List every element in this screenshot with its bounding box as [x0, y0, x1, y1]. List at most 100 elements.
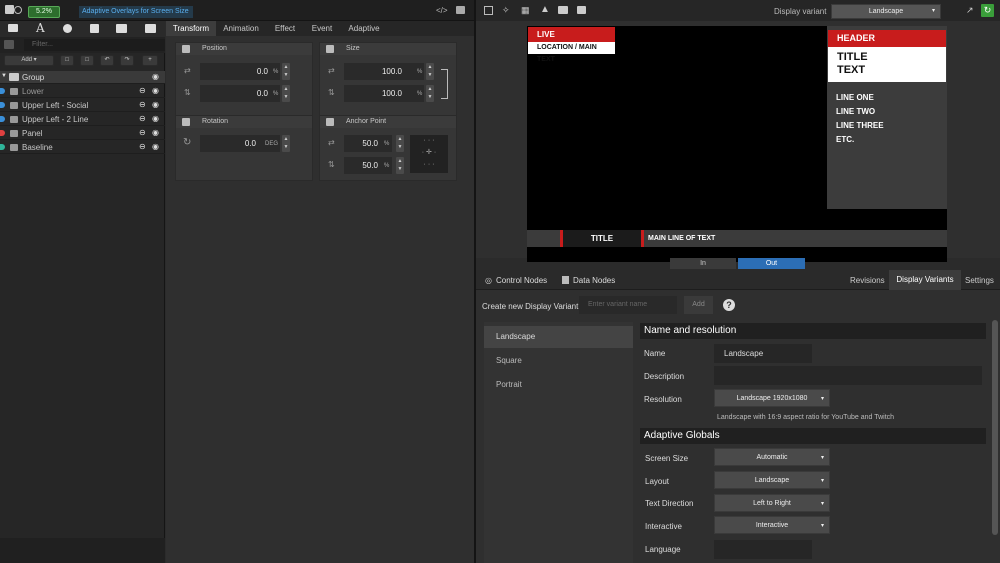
- frame-icon[interactable]: [484, 6, 493, 15]
- name-input[interactable]: Landscape: [714, 344, 812, 363]
- layer-row[interactable]: Upper Left - Social ⊖ ◉: [0, 99, 165, 112]
- ruler-icon[interactable]: ▲: [540, 4, 550, 15]
- variant-item-square[interactable]: Square: [484, 350, 633, 372]
- display-variant-select[interactable]: Landscape: [831, 4, 941, 19]
- layer-row[interactable]: Baseline ⊖ ◉: [0, 141, 165, 154]
- in-button[interactable]: In: [670, 258, 736, 269]
- tab-animation[interactable]: Animation: [218, 21, 264, 36]
- preview-stage: LIVE LOCATION / MAIN TEXT HEADER TITLE T…: [527, 26, 947, 262]
- properties-panel: Transform Animation Effect Event Adaptiv…: [166, 21, 474, 563]
- redo-icon[interactable]: ↷: [120, 55, 134, 66]
- out-button[interactable]: Out: [738, 258, 805, 269]
- interactive-select[interactable]: Interactive: [714, 516, 830, 535]
- variant-item-portrait[interactable]: Portrait: [484, 374, 633, 396]
- language-input[interactable]: [714, 540, 812, 559]
- variant-name-input[interactable]: Enter variant name: [579, 296, 677, 314]
- language-label: Language: [645, 545, 681, 554]
- add-icon[interactable]: +: [142, 55, 158, 66]
- tab-revisions[interactable]: Revisions: [850, 276, 885, 285]
- tab-data-nodes[interactable]: Data Nodes: [573, 276, 615, 285]
- lock-icon[interactable]: ⊖: [139, 142, 148, 151]
- resolution-select[interactable]: Landscape 1920x1080: [714, 389, 830, 408]
- folder-icon[interactable]: [8, 24, 18, 32]
- tab-event[interactable]: Event: [306, 21, 338, 36]
- code-icon[interactable]: </>: [436, 6, 448, 15]
- text-direction-select[interactable]: Left to Right: [714, 494, 830, 513]
- layer-row-group[interactable]: ▼ Group ◉: [0, 71, 165, 84]
- scrollbar[interactable]: [992, 320, 998, 535]
- stepper[interactable]: ▲ ▼: [396, 135, 404, 152]
- ellipse-icon[interactable]: [63, 24, 72, 33]
- layer-row[interactable]: Panel ⊖ ◉: [0, 127, 165, 140]
- layout-select[interactable]: Landscape: [714, 471, 830, 490]
- circle-icon[interactable]: [14, 6, 22, 14]
- filter-input[interactable]: Filter...: [24, 39, 165, 51]
- aspect-lock-icon[interactable]: [441, 69, 448, 99]
- eye-icon[interactable]: ◉: [152, 86, 161, 95]
- variant-item-landscape[interactable]: Landscape: [484, 326, 633, 348]
- unit: %: [384, 163, 390, 169]
- tab-display-variants[interactable]: Display Variants: [889, 270, 961, 290]
- grid-icon[interactable]: ▦: [521, 5, 530, 16]
- target-icon[interactable]: ✧: [502, 5, 510, 16]
- control-nodes-icon: ◎: [485, 276, 492, 285]
- panel-header: HEADER: [828, 30, 946, 47]
- tab-effect[interactable]: Effect: [268, 21, 302, 36]
- line-one: LINE ONE: [836, 93, 874, 102]
- lock-icon[interactable]: ⊖: [139, 128, 148, 137]
- tab-control-nodes[interactable]: Control Nodes: [496, 276, 547, 285]
- tab-transform[interactable]: Transform: [166, 21, 216, 36]
- eye-icon[interactable]: ◉: [152, 100, 161, 109]
- stepper[interactable]: ▲ ▼: [282, 85, 290, 102]
- text-icon[interactable]: A: [36, 21, 45, 35]
- position-x-input[interactable]: 0.0: [200, 63, 280, 80]
- stepper[interactable]: ▲ ▼: [282, 135, 290, 152]
- eye-icon[interactable]: ◉: [152, 128, 161, 137]
- stepper[interactable]: ▲ ▼: [426, 85, 434, 102]
- anchor-grid[interactable]: · · · · ✛ · · · ·: [410, 135, 448, 173]
- lock-icon[interactable]: ⊖: [139, 86, 148, 95]
- image-icon[interactable]: [577, 6, 586, 14]
- rectangle-icon[interactable]: [90, 24, 99, 33]
- add-variant-button[interactable]: Add: [684, 296, 713, 314]
- zoom-level[interactable]: 5.2%: [28, 6, 60, 18]
- stepper[interactable]: ▲ ▼: [396, 157, 404, 174]
- save-icon[interactable]: [456, 6, 465, 14]
- layer-row[interactable]: Lower ⊖ ◉: [0, 85, 165, 98]
- eye-icon[interactable]: ◉: [152, 114, 161, 123]
- eye-icon[interactable]: ◉: [152, 72, 161, 81]
- display-variant-label: Display variant: [774, 7, 827, 16]
- image-icon[interactable]: [116, 24, 127, 33]
- help-icon[interactable]: ?: [723, 299, 735, 311]
- folder-icon: [9, 73, 19, 81]
- unit: %: [417, 69, 423, 75]
- add-layer-button[interactable]: Add ▾: [4, 55, 54, 66]
- description-input[interactable]: [714, 366, 982, 385]
- size-width-input[interactable]: 100.0: [344, 63, 424, 80]
- lock-icon[interactable]: ⊖: [139, 100, 148, 109]
- video-icon[interactable]: [145, 24, 156, 33]
- undo-icon[interactable]: ↶: [100, 55, 114, 66]
- eye-icon[interactable]: ◉: [152, 142, 161, 151]
- document-title[interactable]: Adaptive Overlays for Screen Size: [79, 6, 193, 18]
- external-link-icon[interactable]: ↗: [966, 5, 974, 16]
- app-menu-icon[interactable]: [5, 5, 14, 14]
- layer-row[interactable]: Upper Left - 2 Line ⊖ ◉: [0, 113, 165, 126]
- size-height-input[interactable]: 100.0: [344, 85, 424, 102]
- duplicate-icon[interactable]: □: [60, 55, 74, 66]
- layer-name: Baseline: [22, 143, 53, 152]
- group-header: Rotation: [176, 116, 312, 128]
- screen-size-select[interactable]: Automatic: [714, 448, 830, 467]
- stepper[interactable]: ▲ ▼: [282, 63, 290, 80]
- bottom-tabs: ◎ Control Nodes Data Nodes Revisions Dis…: [476, 270, 1000, 290]
- lock-icon[interactable]: ⊖: [139, 114, 148, 123]
- paste-icon[interactable]: □: [80, 55, 94, 66]
- stepper[interactable]: ▲ ▼: [426, 63, 434, 80]
- tab-adaptive[interactable]: Adaptive: [342, 21, 386, 36]
- layer-actions: Add ▾ □ □ ↶ ↷ +: [0, 55, 165, 69]
- camera-icon[interactable]: [558, 6, 568, 14]
- position-y-input[interactable]: 0.0: [200, 85, 280, 102]
- refresh-icon[interactable]: ↻: [981, 4, 994, 17]
- tab-settings[interactable]: Settings: [965, 276, 994, 285]
- list-toggle-icon[interactable]: [4, 40, 14, 49]
